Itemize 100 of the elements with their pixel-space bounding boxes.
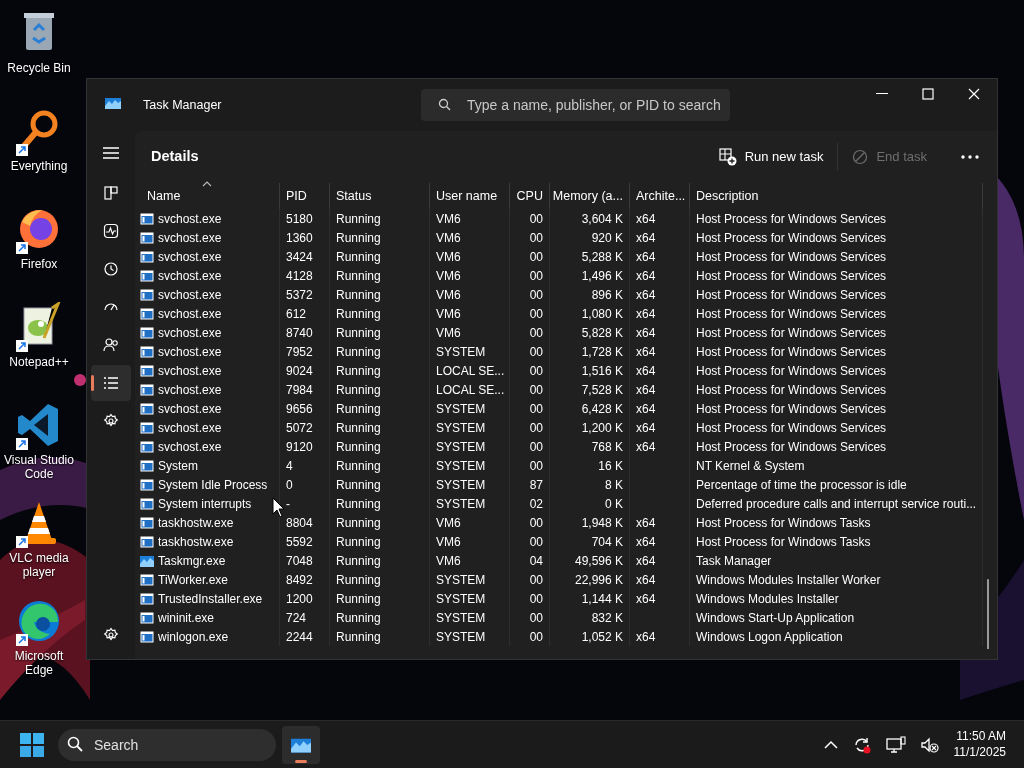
table-cell: 00	[510, 513, 550, 532]
desktop-icon-label[interactable]: Notepad++	[9, 356, 69, 370]
run-new-task-button[interactable]: Run new task	[708, 143, 834, 171]
wallpaper-swoosh	[74, 374, 86, 386]
desktop-icon-label[interactable]: Microsoft Edge	[4, 650, 74, 678]
window-app-icon	[140, 287, 154, 302]
table-cell: Host Process for Windows Services	[690, 399, 983, 418]
table-cell: Running	[330, 380, 430, 399]
window-app-icon	[140, 325, 154, 340]
table-cell: x64	[630, 551, 690, 570]
window-app-icon	[140, 306, 154, 321]
window-app-icon	[140, 591, 154, 606]
table-cell: Running	[330, 475, 430, 494]
table-cell: 7,528 K	[550, 380, 630, 399]
desktop-icon-label[interactable]: Recycle Bin	[7, 62, 71, 76]
column-header[interactable]: User name	[430, 183, 510, 209]
menu-icon	[103, 147, 119, 159]
table-cell: 896 K	[550, 285, 630, 304]
desktop-icon-label[interactable]: Everything	[10, 160, 68, 174]
table-cell: x64	[630, 304, 690, 323]
table-cell: Windows Modules Installer	[690, 589, 983, 608]
table-cell: VM6	[430, 532, 510, 551]
window-app-icon	[140, 515, 154, 530]
table-cell: Running	[330, 608, 430, 627]
table-cell: x64	[630, 342, 690, 361]
table-cell: Running	[330, 551, 430, 570]
table-cell: VM6	[430, 513, 510, 532]
scrollbar[interactable]	[987, 579, 989, 649]
network-icon[interactable]	[885, 735, 906, 754]
table-cell: 16 K	[550, 456, 630, 475]
table-cell: 612	[280, 304, 330, 323]
window-app-icon	[140, 629, 154, 644]
process-name-cell: taskhostw.exe	[135, 532, 280, 551]
column-header[interactable]: Name	[135, 183, 280, 209]
process-name-cell: System	[135, 456, 280, 475]
table-cell: Running	[330, 247, 430, 266]
window-app-icon	[140, 344, 154, 359]
table-cell: Running	[330, 285, 430, 304]
process-name-cell: svchost.exe	[135, 399, 280, 418]
clock-date[interactable]: 11/1/2025	[953, 744, 1006, 761]
gear-icon	[103, 413, 119, 429]
column-header[interactable]: CPU	[510, 183, 550, 209]
table-cell: 7952	[280, 342, 330, 361]
page-title: Details	[151, 147, 199, 167]
table-cell: 9656	[280, 399, 330, 418]
search-field[interactable]: Type a name, publisher, or PID to search	[421, 89, 730, 121]
minimize-icon	[876, 93, 888, 95]
column-header[interactable]: PID	[280, 183, 330, 209]
details-nav-button[interactable]	[91, 365, 131, 401]
desktop-icon-label[interactable]: VLC media player	[4, 552, 74, 580]
column-header[interactable]: Description	[690, 183, 983, 209]
table-cell: 768 K	[550, 437, 630, 456]
table-cell: 1,052 K	[550, 627, 630, 646]
column-header[interactable]: Memory (a...	[550, 183, 630, 209]
table-cell: 00	[510, 228, 550, 247]
column-header[interactable]: Status	[330, 183, 430, 209]
list-icon	[103, 375, 119, 391]
table-cell: Running	[330, 323, 430, 342]
process-name-cell: TiWorker.exe	[135, 570, 280, 589]
table-cell: SYSTEM	[430, 437, 510, 456]
process-name-cell: svchost.exe	[135, 247, 280, 266]
table-cell: Running	[330, 266, 430, 285]
grid-icon	[103, 185, 119, 201]
column-header[interactable]: Archite...	[630, 183, 690, 209]
table-cell: Running	[330, 418, 430, 437]
table-cell: Task Manager	[690, 551, 983, 570]
table-cell: 00	[510, 456, 550, 475]
table-cell: Host Process for Windows Services	[690, 342, 983, 361]
table-cell: SYSTEM	[430, 608, 510, 627]
start-button[interactable]	[20, 732, 44, 757]
process-name-cell: svchost.exe	[135, 380, 280, 399]
volume-muted-icon[interactable]	[919, 735, 940, 754]
table-cell: x64	[630, 418, 690, 437]
table-cell: SYSTEM	[430, 399, 510, 418]
table-cell: 00	[510, 589, 550, 608]
table-cell: 3,604 K	[550, 209, 630, 228]
process-name-cell: wininit.exe	[135, 608, 280, 627]
table-cell: 00	[510, 304, 550, 323]
shortcut-arrow-icon	[16, 340, 28, 352]
chevron-up-icon[interactable]	[823, 739, 838, 750]
taskbar-search-field[interactable]: Search	[58, 728, 276, 761]
table-cell: 1,728 K	[550, 342, 630, 361]
desktop-icon-label[interactable]: Visual Studio Code	[4, 454, 74, 482]
process-name-cell: winlogon.exe	[135, 627, 280, 646]
clock-time[interactable]: 11:50 AM	[953, 728, 1006, 745]
table-cell: 4	[280, 456, 330, 475]
taskbar-app-button[interactable]	[282, 725, 320, 764]
window-app-icon	[140, 230, 154, 245]
window-app-icon	[140, 439, 154, 454]
table-cell: 00	[510, 342, 550, 361]
table-cell: Running	[330, 513, 430, 532]
table-cell: Deferred procedure calls and interrupt service routi...	[690, 494, 983, 513]
table-cell: 04	[510, 551, 550, 570]
table-cell: x64	[630, 399, 690, 418]
desktop-icon-label[interactable]: Firefox	[20, 258, 58, 272]
process-name-cell: svchost.exe	[135, 361, 280, 380]
table-cell: x64	[630, 589, 690, 608]
cancel-icon	[852, 149, 869, 165]
table-cell: x64	[630, 513, 690, 532]
table-cell: 5,828 K	[550, 323, 630, 342]
